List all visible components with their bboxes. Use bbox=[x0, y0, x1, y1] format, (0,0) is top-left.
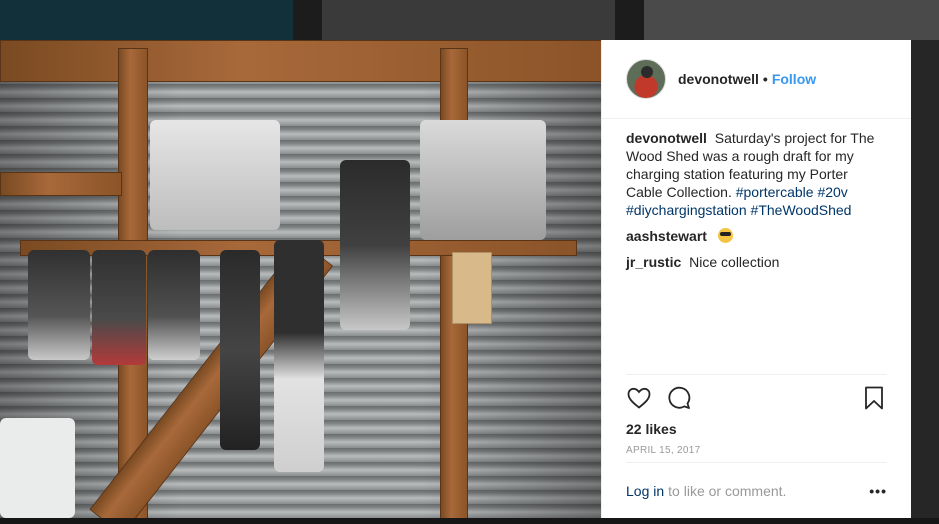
track-guide bbox=[0, 418, 75, 518]
bookmark-icon[interactable] bbox=[861, 385, 887, 411]
oscillating-tool bbox=[274, 240, 324, 472]
post-photo[interactable] bbox=[0, 40, 601, 518]
separator-dot: • bbox=[762, 71, 768, 87]
login-prompt: Log in to like or comment. ••• bbox=[626, 462, 887, 519]
drill-center bbox=[92, 250, 146, 365]
comment-username[interactable]: jr_rustic bbox=[626, 254, 681, 270]
hashtag-link[interactable]: #20v bbox=[817, 184, 847, 200]
feed-thumbnail[interactable] bbox=[0, 0, 293, 40]
top-beam bbox=[0, 40, 601, 82]
hashtag-link[interactable]: #diychargingstation bbox=[626, 202, 747, 218]
login-prompt-text: to like or comment. bbox=[668, 483, 787, 499]
like-count[interactable]: 22 likes bbox=[626, 421, 887, 437]
caption-username[interactable]: devonotwell bbox=[626, 130, 707, 146]
impact-driver bbox=[340, 160, 410, 330]
login-link[interactable]: Log in bbox=[626, 483, 664, 499]
reciprocating-saw bbox=[220, 250, 260, 450]
avatar[interactable] bbox=[626, 59, 666, 99]
follow-button[interactable]: Follow bbox=[772, 71, 816, 87]
post-modal: devonotwell • Follow devonotwell Saturda… bbox=[0, 40, 911, 518]
author-username[interactable]: devonotwell bbox=[678, 71, 759, 87]
shelf-bracket bbox=[452, 252, 492, 324]
jigsaw bbox=[150, 120, 280, 230]
background-feed bbox=[0, 0, 939, 40]
comment-icon[interactable] bbox=[666, 385, 692, 411]
comment-text: Nice collection bbox=[689, 254, 780, 270]
caption: devonotwell Saturday's project for The W… bbox=[626, 129, 887, 219]
drill-left bbox=[28, 250, 90, 360]
comment-item: aashstewart bbox=[626, 227, 887, 245]
side-beam bbox=[0, 172, 122, 196]
hashtag-link[interactable]: #portercable bbox=[736, 184, 814, 200]
comments-list: devonotwell Saturday's project for The W… bbox=[602, 119, 911, 367]
sunglasses-emoji-icon bbox=[717, 228, 733, 243]
more-options-icon[interactable]: ••• bbox=[869, 483, 887, 499]
actions-section: 22 likes APRIL 15, 2017 bbox=[626, 374, 887, 468]
comment-username[interactable]: aashstewart bbox=[626, 228, 707, 244]
circular-saw bbox=[420, 120, 546, 240]
heart-icon[interactable] bbox=[626, 385, 652, 411]
post-side-panel: devonotwell • Follow devonotwell Saturda… bbox=[601, 40, 911, 518]
drill-right bbox=[148, 250, 200, 360]
feed-thumbnail[interactable] bbox=[322, 0, 615, 40]
hashtag-link[interactable]: #TheWoodShed bbox=[751, 202, 852, 218]
comment-item: jr_rustic Nice collection bbox=[626, 253, 887, 271]
feed-thumbnail[interactable] bbox=[644, 0, 939, 40]
post-header: devonotwell • Follow bbox=[602, 40, 911, 119]
action-bar bbox=[626, 375, 887, 421]
